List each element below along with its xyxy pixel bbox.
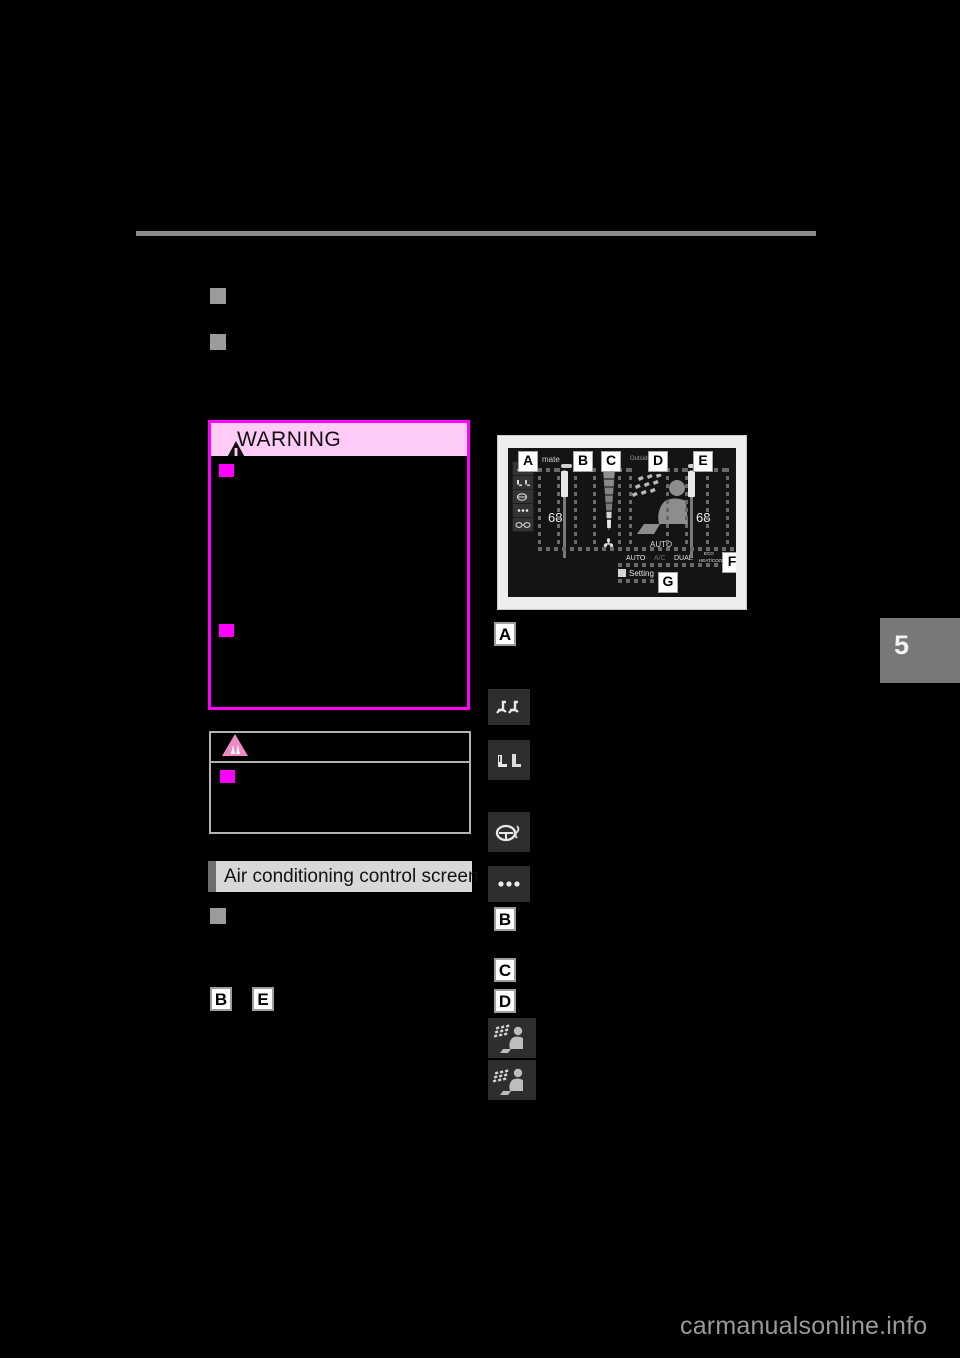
notice-bullet <box>220 770 235 783</box>
selection-dots <box>538 468 541 548</box>
selection-dots <box>666 468 669 548</box>
rail-extra-icon[interactable] <box>513 518 533 531</box>
notice-header <box>211 733 469 763</box>
notice-triangle-icon <box>221 733 249 762</box>
ac-callout-a: A <box>518 451 538 472</box>
page-header-rule <box>136 231 816 236</box>
ac-button-ac[interactable]: A/C <box>654 555 666 562</box>
section-bullet <box>210 908 226 924</box>
list-item-bullet <box>210 288 226 304</box>
warning-bullet <box>219 464 234 477</box>
warning-callout-box: WARNING <box>208 420 470 710</box>
steering-heater-icon <box>488 812 530 852</box>
selection-dots <box>629 468 632 548</box>
selection-dots <box>593 468 596 548</box>
left-temp-slider-knob[interactable] <box>561 471 568 497</box>
ac-callout-b: B <box>573 451 593 472</box>
selection-dots <box>618 563 730 567</box>
fan-icon <box>603 536 614 554</box>
ac-callout-g: G <box>658 572 678 593</box>
legend-letter-c: C <box>494 958 516 982</box>
selection-dots <box>557 468 560 548</box>
rail-more-dots-icon[interactable] <box>513 504 533 517</box>
seat-airflow-icon <box>488 689 530 725</box>
left-temp-slider-cap[interactable] <box>561 464 572 468</box>
callout-chip-e: E <box>252 987 274 1011</box>
selection-dots <box>538 547 734 551</box>
ac-setting-button[interactable]: Setting <box>629 569 654 578</box>
left-temperature-value: 68 <box>548 510 563 525</box>
airflow-upper-icon <box>488 1018 536 1058</box>
setting-gear-icon[interactable] <box>618 569 626 577</box>
ac-button-dual[interactable]: DUAL <box>674 555 693 562</box>
rail-seat-heater-icon[interactable] <box>513 476 533 489</box>
air-conditioning-screen-figure: mate Outside 68 AUTO 68 AUTO A/C DUAL EC… <box>497 435 747 610</box>
ac-callout-d: D <box>648 451 668 472</box>
ac-callout-e: E <box>693 451 713 472</box>
selection-dots <box>706 468 709 548</box>
notice-callout-box <box>209 731 471 834</box>
selection-dots <box>666 468 686 472</box>
legend-letter-d: D <box>494 989 516 1013</box>
ac-screen: mate Outside 68 AUTO 68 AUTO A/C DUAL EC… <box>508 448 736 597</box>
section-header-label: Air conditioning control screen <box>224 865 479 887</box>
ac-callout-f: F <box>722 552 736 573</box>
section-header-bar: Air conditioning control screen <box>208 861 479 892</box>
list-item-bullet <box>210 334 226 350</box>
ac-title-label: mate <box>542 455 560 464</box>
warning-body <box>211 456 467 707</box>
ac-button-eco[interactable]: ECO <box>704 551 714 556</box>
ac-button-auto[interactable]: AUTO <box>626 555 645 562</box>
footer-watermark: carmanualsonline.info <box>680 1312 928 1340</box>
rail-steering-heater-icon[interactable] <box>513 490 533 503</box>
selection-dots <box>618 468 621 548</box>
warning-bullet <box>219 624 234 637</box>
notice-body <box>211 763 469 830</box>
chapter-tab-marker: 5 <box>880 618 960 683</box>
selection-dots <box>574 468 577 548</box>
selection-dots <box>726 468 729 548</box>
fan-level-indicator[interactable] <box>601 472 617 534</box>
callout-chip-b: B <box>210 987 232 1011</box>
warning-header: WARNING <box>211 423 467 463</box>
more-dots-icon <box>488 866 530 902</box>
legend-letter-a: A <box>494 622 516 646</box>
legend-letter-b: B <box>494 907 516 931</box>
chapter-number: 5 <box>894 630 910 660</box>
ac-callout-c: C <box>601 451 621 472</box>
right-temp-slider-knob[interactable] <box>688 471 695 497</box>
selection-dots <box>685 468 688 548</box>
seat-heater-icon <box>488 740 530 780</box>
airflow-lower-icon <box>488 1060 536 1100</box>
warning-title: WARNING <box>237 427 342 451</box>
